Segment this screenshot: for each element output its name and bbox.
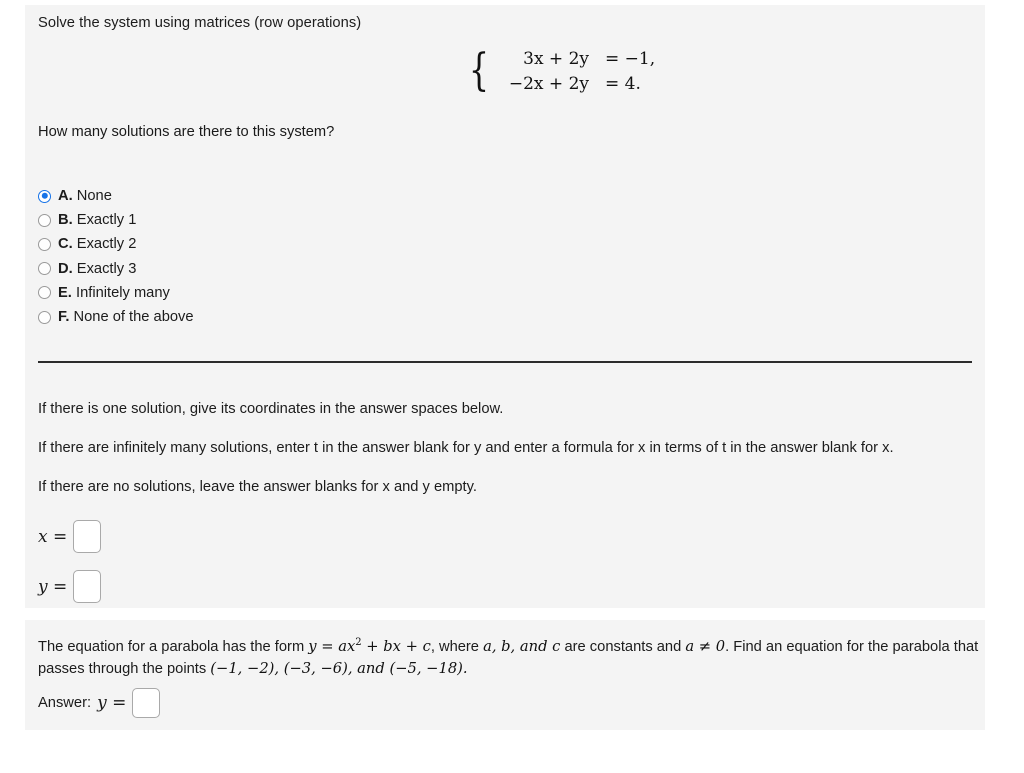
answer-y-label: y = bbox=[38, 577, 67, 597]
equation-lhs: −2x + 2y bbox=[508, 74, 589, 94]
problem-two-text: The equation for a parabola has the form… bbox=[38, 632, 980, 680]
answer-input-x[interactable] bbox=[73, 520, 102, 553]
choice-d-key: D. bbox=[58, 260, 73, 277]
choice-c-label: C. Exactly 2 bbox=[58, 236, 136, 252]
section-divider bbox=[38, 361, 972, 363]
system-of-equations: { 3x + 2y = −1, −2x + 2y = 4. bbox=[465, 49, 655, 94]
variable-y: y bbox=[97, 693, 107, 713]
choice-e-key: E. bbox=[58, 284, 72, 301]
parabola-standard-form: y = ax2 + bx + c bbox=[308, 637, 431, 655]
choice-a[interactable]: A. None bbox=[38, 184, 194, 208]
answer-y-label: y = bbox=[97, 693, 126, 713]
choice-d-text: Exactly 3 bbox=[76, 260, 137, 277]
answer-row-x: x = bbox=[38, 520, 102, 553]
equals-sign: = bbox=[53, 576, 68, 597]
answer-input-parabola[interactable] bbox=[132, 688, 161, 718]
radio-e[interactable] bbox=[38, 286, 51, 300]
radio-a[interactable] bbox=[38, 189, 51, 203]
equals-sign: = bbox=[112, 693, 127, 713]
choice-b-text: Exactly 1 bbox=[76, 212, 137, 229]
radio-b[interactable] bbox=[38, 213, 51, 227]
choice-b-label: B. Exactly 1 bbox=[58, 212, 136, 228]
choice-b-key: B. bbox=[58, 212, 73, 229]
choice-c-key: C. bbox=[58, 236, 73, 253]
problem-one-title: Solve the system using matrices (row ope… bbox=[38, 15, 362, 31]
choice-e-label: E. Infinitely many bbox=[58, 285, 170, 301]
assignment-page: Solve the system using matrices (row ope… bbox=[0, 0, 1024, 773]
variable-y: y bbox=[38, 576, 48, 597]
problem-two-panel: The equation for a parabola has the form… bbox=[25, 620, 985, 730]
variable-x: x bbox=[38, 526, 48, 547]
choice-a-text: None bbox=[76, 188, 112, 205]
answer-x-label: x = bbox=[38, 527, 67, 547]
choice-e-text: Infinitely many bbox=[75, 284, 170, 301]
choice-f-text: None of the above bbox=[73, 309, 194, 326]
choice-f-key: F. bbox=[58, 309, 70, 326]
choice-a-label: A. None bbox=[58, 188, 112, 204]
equation-row: −2x + 2y = 4. bbox=[491, 74, 655, 94]
problem-one-question: How many solutions are there to this sys… bbox=[38, 124, 335, 140]
parabola-text-part2: , where bbox=[430, 638, 484, 655]
answer-label: Answer: bbox=[38, 695, 92, 711]
parabola-form-rest: + bx + c bbox=[361, 637, 431, 655]
choice-d[interactable]: D. Exactly 3 bbox=[38, 257, 194, 281]
choice-f[interactable]: F. None of the above bbox=[38, 305, 194, 329]
instruction-no-solutions: If there are no solutions, leave the ans… bbox=[38, 479, 477, 495]
radio-f[interactable] bbox=[38, 310, 51, 324]
answer-input-y[interactable] bbox=[73, 570, 102, 603]
radio-c[interactable] bbox=[38, 237, 51, 251]
equation-rhs: = −1, bbox=[605, 49, 656, 69]
parabola-text-part3: are constants and bbox=[560, 638, 686, 655]
answer-choice-group: A. None B. Exactly 1 C. Exactly 2 D. Exa… bbox=[38, 184, 194, 329]
choice-b[interactable]: B. Exactly 1 bbox=[38, 208, 194, 232]
parabola-condition: a ≠ 0 bbox=[685, 637, 726, 655]
equation-row: 3x + 2y = −1, bbox=[491, 49, 655, 69]
parabola-text-part1: The equation for a parabola has the form bbox=[38, 638, 309, 655]
equation-lhs: 3x + 2y bbox=[523, 49, 589, 69]
parabola-form-base: y = ax bbox=[308, 637, 356, 655]
choice-c-text: Exactly 2 bbox=[76, 236, 137, 253]
choice-a-key: A. bbox=[58, 188, 73, 205]
equation-rhs: = 4. bbox=[605, 74, 641, 94]
instruction-one-solution: If there is one solution, give its coord… bbox=[38, 401, 504, 417]
radio-d[interactable] bbox=[38, 262, 51, 276]
choice-f-label: F. None of the above bbox=[58, 309, 194, 325]
problem-two-answer-row: Answer: y = bbox=[38, 688, 161, 718]
equals-sign: = bbox=[53, 526, 68, 547]
parabola-constants: a, b, and c bbox=[483, 637, 561, 655]
left-brace-icon: { bbox=[468, 45, 490, 97]
equation-rows: 3x + 2y = −1, −2x + 2y = 4. bbox=[491, 49, 655, 94]
instruction-infinite-solutions: If there are infinitely many solutions, … bbox=[38, 440, 894, 456]
answer-row-y: y = bbox=[38, 570, 102, 603]
parabola-points: (−1, −2), (−3, −6), and (−5, −18). bbox=[210, 659, 468, 677]
choice-e[interactable]: E. Infinitely many bbox=[38, 281, 194, 305]
choice-c[interactable]: C. Exactly 2 bbox=[38, 232, 194, 256]
problem-one-panel: Solve the system using matrices (row ope… bbox=[25, 5, 985, 608]
choice-d-label: D. Exactly 3 bbox=[58, 261, 136, 277]
